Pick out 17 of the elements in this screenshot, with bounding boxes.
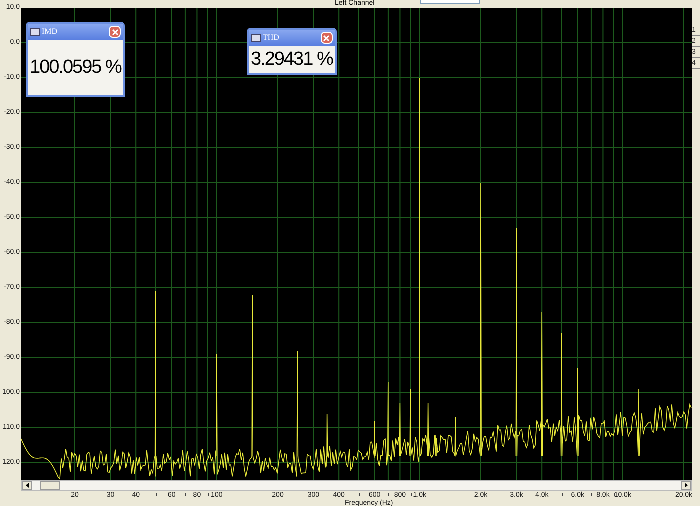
close-icon	[112, 28, 119, 36]
window-title: THD	[263, 32, 280, 44]
close-button[interactable]	[320, 32, 333, 44]
close-icon	[323, 34, 330, 42]
close-button[interactable]	[109, 26, 122, 38]
readout-value: 3.29431 %	[249, 46, 335, 73]
window-icon	[30, 28, 40, 36]
readout-window[interactable]: IMD 100.0595 %	[26, 22, 126, 97]
window-title: IMD	[42, 26, 59, 38]
readout-window[interactable]: THD 3.29431 %	[247, 28, 337, 75]
readout-value: 100.0595 %	[28, 40, 124, 95]
left-arrow-icon	[26, 483, 28, 488]
window-icon	[251, 34, 261, 42]
scroll-left-button[interactable]	[22, 481, 32, 490]
scroll-right-button[interactable]	[681, 481, 691, 490]
right-arrow-icon	[684, 483, 688, 488]
scroll-thumb[interactable]	[40, 481, 60, 490]
